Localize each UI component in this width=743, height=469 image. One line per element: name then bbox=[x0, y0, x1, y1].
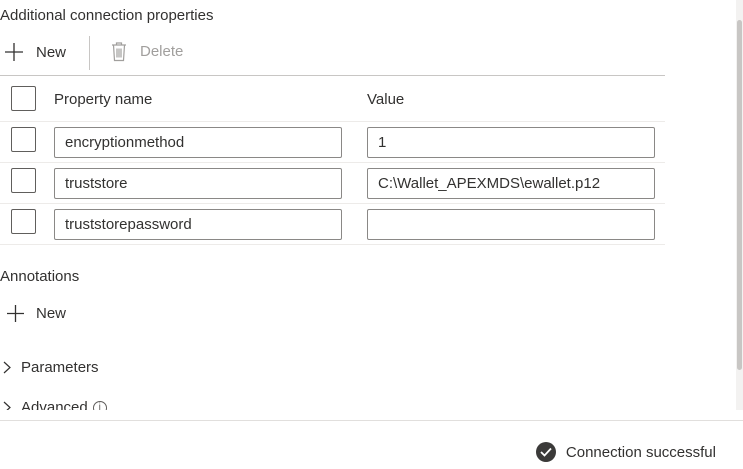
new-annotation-button[interactable]: New bbox=[6, 304, 66, 323]
connection-status-text: Connection successful bbox=[565, 443, 716, 461]
scrollbar-thumb[interactable] bbox=[737, 20, 742, 370]
property-name-input[interactable] bbox=[54, 209, 342, 240]
new-property-label: New bbox=[36, 43, 67, 61]
property-name-input[interactable] bbox=[54, 127, 342, 158]
advanced-label: Advanced bbox=[21, 399, 88, 410]
annotations-title: Annotations bbox=[0, 268, 80, 285]
row-checkbox[interactable] bbox=[11, 127, 36, 152]
property-name-input[interactable] bbox=[54, 168, 342, 199]
row-checkbox[interactable] bbox=[11, 168, 36, 193]
footer-bar: Connection successful bbox=[0, 420, 743, 469]
plus-icon bbox=[6, 304, 25, 323]
chevron-right-icon bbox=[0, 361, 14, 374]
new-property-button[interactable]: New bbox=[4, 42, 66, 62]
toolbar-divider bbox=[89, 36, 90, 70]
chevron-right-icon bbox=[0, 401, 14, 410]
row-checkbox[interactable] bbox=[11, 209, 36, 234]
vertical-scrollbar[interactable] bbox=[736, 0, 743, 410]
toolbar-divider-line bbox=[0, 75, 665, 76]
row-divider bbox=[0, 203, 665, 204]
property-value-input[interactable] bbox=[367, 168, 655, 199]
row-divider bbox=[0, 121, 665, 122]
row-divider bbox=[0, 244, 665, 245]
trash-icon bbox=[110, 41, 128, 62]
delete-property-button[interactable]: Delete bbox=[110, 41, 183, 62]
row-divider bbox=[0, 162, 665, 163]
select-all-checkbox[interactable] bbox=[11, 86, 36, 111]
connection-status: Connection successful bbox=[535, 442, 716, 462]
property-value-input[interactable] bbox=[367, 209, 655, 240]
column-header-value: Value bbox=[367, 91, 405, 108]
parameters-label: Parameters bbox=[21, 359, 99, 376]
delete-property-label: Delete bbox=[140, 43, 184, 60]
property-value-input[interactable] bbox=[367, 127, 655, 158]
connection-properties-title: Additional connection properties bbox=[0, 7, 214, 24]
info-icon[interactable]: i bbox=[92, 400, 107, 410]
advanced-expander[interactable]: Advanced i bbox=[0, 399, 107, 410]
plus-icon bbox=[4, 42, 24, 62]
column-header-property-name: Property name bbox=[54, 91, 153, 108]
check-circle-icon bbox=[535, 442, 556, 462]
new-annotation-label: New bbox=[36, 305, 67, 322]
properties-panel: Additional connection properties New Del… bbox=[0, 0, 736, 410]
parameters-expander[interactable]: Parameters bbox=[0, 359, 99, 376]
